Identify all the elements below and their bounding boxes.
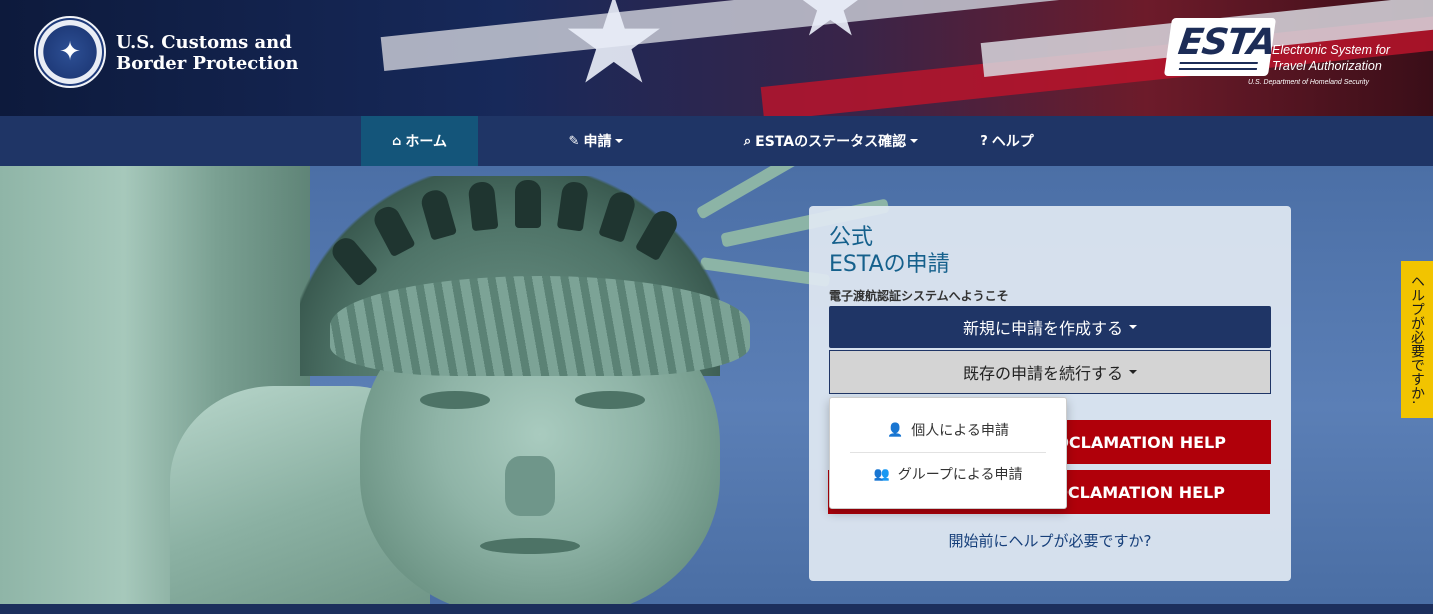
- side-help-label: ヘルプが必要ですか.: [1409, 274, 1425, 405]
- esta-logo-word: ESTA: [1175, 22, 1278, 63]
- user-icon: 👤: [887, 422, 904, 438]
- cbp-line2: Border Protection: [116, 53, 299, 74]
- search-icon: ⌕: [743, 133, 752, 149]
- nav-help-label: ヘルプ: [991, 134, 1034, 150]
- esta-tagline: Electronic System for Travel Authorizati…: [1272, 42, 1390, 74]
- header-banner: ★ ★ ✦ U.S. Customs and Border Protection…: [0, 0, 1433, 116]
- crown-window: [467, 180, 499, 232]
- title-line1: 公式: [829, 225, 874, 250]
- application-card: 公式 ESTAの申請 電子渡航認証システムへようこそ 新規に申請を作成する 既存…: [809, 206, 1291, 581]
- nav-home-label: ホーム: [405, 134, 447, 150]
- continue-application-button[interactable]: 既存の申請を続行する: [829, 350, 1271, 394]
- side-help-tab[interactable]: ヘルプが必要ですか.: [1401, 261, 1433, 418]
- nav-status-label: ESTAのステータス確認: [755, 134, 907, 150]
- nav-home[interactable]: ⌂ ホーム: [361, 116, 478, 166]
- flag-star-icon: ★: [790, 0, 871, 57]
- home-icon: ⌂: [392, 133, 402, 149]
- chevron-down-icon: [910, 139, 919, 143]
- main-nav: ⌂ ホーム ✎ 申請 ⌕ ESTAのステータス確認 ? ヘルプ: [0, 116, 1433, 166]
- nav-status-check[interactable]: ⌕ ESTAのステータス確認: [724, 116, 938, 166]
- dropdown-divider: [850, 452, 1046, 453]
- esta-logo[interactable]: ESTA Electronic System for Travel Author…: [1163, 18, 1408, 90]
- statue-nose: [505, 456, 555, 516]
- chevron-down-icon: [1129, 370, 1137, 374]
- statue-mouth: [480, 538, 580, 554]
- nav-help[interactable]: ? ヘルプ: [966, 116, 1048, 166]
- esta-tagline-line2: Travel Authorization: [1272, 59, 1382, 73]
- dropdown-item-label: グループによる申請: [897, 467, 1023, 483]
- dropdown-item-individual[interactable]: 👤 個人による申請: [830, 418, 1066, 442]
- esta-logo-lines: [1178, 62, 1258, 70]
- nav-apply[interactable]: ✎ 申請: [548, 116, 644, 166]
- cbp-line1: U.S. Customs and: [116, 32, 292, 53]
- users-icon: 👥: [873, 466, 890, 482]
- pencil-icon: ✎: [568, 133, 580, 149]
- new-application-button[interactable]: 新規に申請を作成する: [829, 306, 1271, 348]
- chevron-down-icon: [615, 139, 624, 143]
- continue-application-dropdown: 👤 個人による申請 👥 グループによる申請: [829, 397, 1067, 509]
- statue-hair: [330, 276, 750, 376]
- help-before-start-link[interactable]: 開始前にヘルプが必要ですか?: [809, 530, 1291, 551]
- new-application-label: 新規に申請を作成する: [962, 319, 1123, 338]
- nav-apply-label: 申請: [583, 134, 612, 150]
- chevron-down-icon: [1129, 325, 1137, 329]
- card-subtitle: 電子渡航認証システムへようこそ: [829, 289, 1009, 303]
- footer-bar: [0, 604, 1433, 614]
- flag-star-icon: ★: [560, 0, 668, 111]
- question-icon: ?: [980, 133, 988, 149]
- dhs-seal-logo[interactable]: ✦: [34, 16, 106, 88]
- dropdown-item-group[interactable]: 👥 グループによる申請: [830, 462, 1066, 486]
- proclamation-help-label: ROCLAMATION HELP: [1043, 432, 1226, 452]
- esta-dept-text: U.S. Department of Homeland Security: [1248, 79, 1369, 86]
- statue-eye: [575, 391, 645, 409]
- esta-logo-box: ESTA: [1163, 18, 1278, 76]
- proclamation-help-label-2: ROCLAMATION HELP: [1042, 482, 1225, 502]
- continue-application-label: 既存の申請を続行する: [962, 364, 1123, 383]
- title-line2: ESTAの申請: [829, 252, 950, 277]
- statue-eye: [420, 391, 490, 409]
- esta-tagline-line1: Electronic System for: [1272, 43, 1391, 57]
- crown-window: [515, 180, 541, 228]
- dropdown-item-label: 個人による申請: [911, 423, 1009, 439]
- eagle-icon: ✦: [59, 37, 81, 67]
- cbp-logo-text[interactable]: U.S. Customs and Border Protection: [116, 32, 299, 74]
- page-title: 公式 ESTAの申請: [829, 224, 950, 278]
